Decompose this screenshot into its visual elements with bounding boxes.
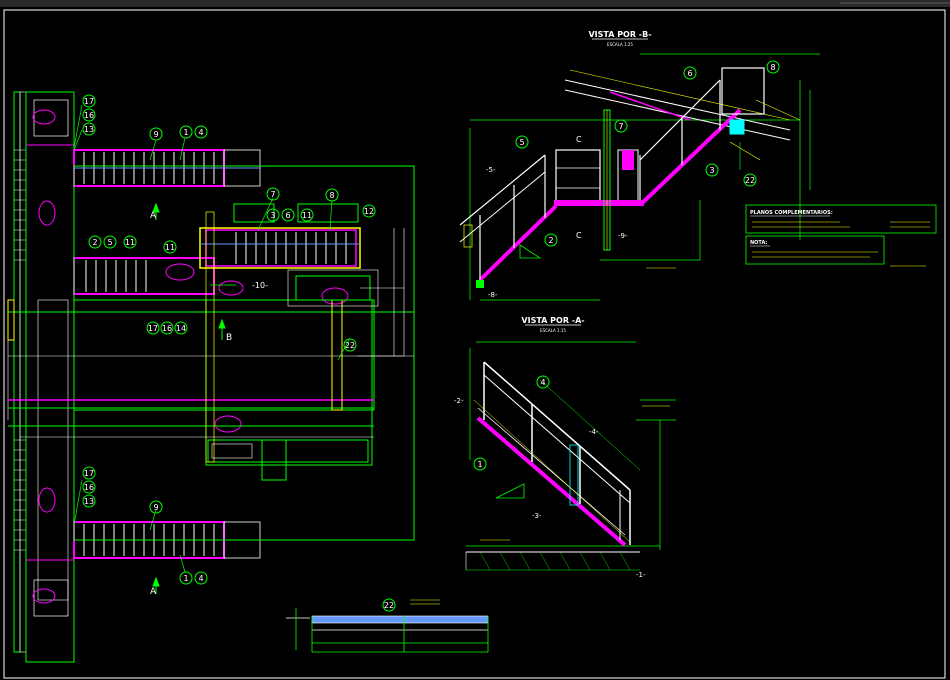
planos-title: PLANOS COMPLEMENTARIOS:	[750, 210, 833, 216]
callout-14-mid: 14	[174, 321, 188, 335]
callout-11-plan-a: 11	[300, 208, 314, 222]
mark-3: -3-	[532, 512, 542, 520]
callout-16-top: 16	[82, 108, 96, 122]
callout-22-view-b: 22	[743, 173, 757, 187]
svg-text:9: 9	[153, 503, 158, 512]
callout-12-plan: 12	[362, 204, 376, 218]
svg-text:3: 3	[709, 166, 714, 175]
section-mark-c-upper: C	[576, 135, 582, 144]
svg-text:12: 12	[364, 207, 374, 216]
callout-22-beam: 22	[382, 598, 396, 612]
callout-11-plan-b: 11	[123, 235, 137, 249]
callout-16-mid: 16	[160, 321, 174, 335]
svg-text:7: 7	[270, 190, 275, 199]
svg-text:7: 7	[618, 122, 623, 131]
mark-8: -8-	[488, 291, 498, 299]
mark-4: -4-	[589, 428, 599, 436]
callout-13-top: 13	[82, 122, 96, 136]
callout-11-plan-c: 11	[163, 240, 177, 254]
svg-text:4: 4	[198, 574, 203, 583]
svg-text:14: 14	[176, 324, 186, 333]
svg-text:16: 16	[162, 324, 172, 333]
svg-text:1: 1	[477, 460, 482, 469]
svg-text:2: 2	[92, 238, 97, 247]
nota-title: NOTA:	[750, 240, 767, 246]
svg-text:11: 11	[302, 211, 312, 220]
view-b-scale: ESCALA 1:25	[607, 42, 633, 47]
callout-22-plan: 22	[343, 338, 357, 352]
svg-text:5: 5	[107, 238, 112, 247]
svg-text:1: 1	[183, 128, 188, 137]
svg-text:16: 16	[84, 483, 94, 492]
mark-2: -2-	[454, 397, 464, 405]
svg-text:6: 6	[687, 69, 692, 78]
svg-text:1: 1	[183, 574, 188, 583]
svg-text:9: 9	[153, 130, 158, 139]
view-a-title: VISTA POR -A-	[521, 316, 584, 325]
svg-text:5: 5	[519, 138, 524, 147]
callout-16-bottom: 16	[82, 480, 96, 494]
svg-text:2: 2	[548, 236, 553, 245]
svg-text:17: 17	[84, 469, 94, 478]
svg-text:17: 17	[84, 97, 94, 106]
view-a-scale: ESCALA 1:15	[540, 328, 566, 333]
svg-text:3: 3	[270, 211, 275, 220]
section-mark-a-top: A	[150, 211, 157, 221]
callout-17-bottom: 17	[82, 466, 96, 480]
section-mark-b: B	[226, 333, 232, 343]
mark-10: -10-	[252, 281, 268, 290]
callout-13-bottom: 13	[82, 494, 96, 508]
svg-text:8: 8	[329, 191, 334, 200]
section-mark-a-bottom: A	[150, 587, 157, 597]
svg-text:11: 11	[165, 243, 175, 252]
mark-9: -9-	[618, 232, 628, 240]
svg-text:17: 17	[148, 324, 158, 333]
cad-drawing-canvas: A A B 17 16 13 9 1 4 7 8 3 6 11 12 2 5 1…	[0, 0, 950, 680]
svg-text:22: 22	[345, 341, 355, 350]
mark-1: -1-	[636, 571, 646, 579]
section-mark-c-lower: C	[576, 231, 582, 240]
svg-text:8: 8	[770, 63, 775, 72]
drawing-sheet: A A B 17 16 13 9 1 4 7 8 3 6 11 12 2 5 1…	[0, 0, 950, 680]
svg-text:13: 13	[84, 497, 94, 506]
callout-17-top: 17	[82, 94, 96, 108]
svg-text:16: 16	[84, 111, 94, 120]
window-top-strip	[0, 0, 950, 7]
svg-text:11: 11	[125, 238, 135, 247]
svg-text:4: 4	[540, 378, 545, 387]
svg-text:13: 13	[84, 125, 94, 134]
svg-text:22: 22	[745, 176, 755, 185]
mark-5: -5-	[486, 166, 496, 174]
svg-text:22: 22	[384, 601, 394, 610]
view-b-title: VISTA POR -B-	[588, 30, 651, 39]
svg-text:6: 6	[285, 211, 290, 220]
svg-text:4: 4	[198, 128, 203, 137]
callout-17-mid: 17	[146, 321, 160, 335]
